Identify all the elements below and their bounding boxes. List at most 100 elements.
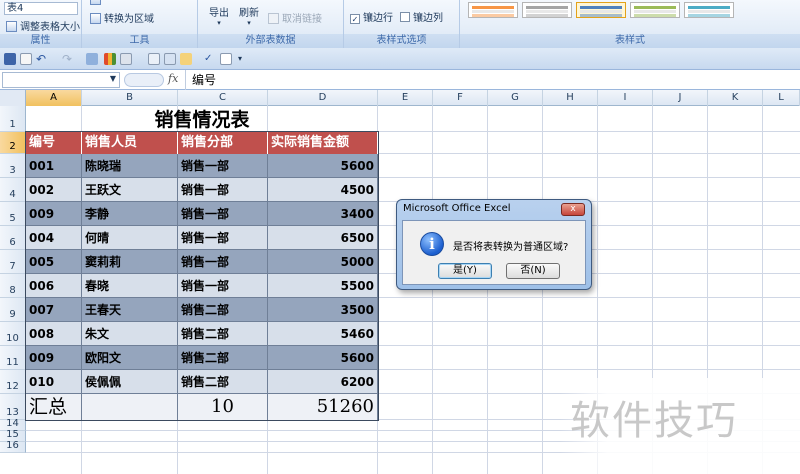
new-file-icon[interactable] — [20, 53, 32, 65]
row-header[interactable]: 10 — [0, 322, 26, 346]
table-style-swatch[interactable] — [630, 2, 680, 18]
table-cell[interactable]: 001 — [26, 154, 82, 178]
redo-icon[interactable]: ↷ — [62, 53, 74, 65]
table-cell[interactable]: 010 — [26, 370, 82, 394]
table-cell[interactable]: 陈晓瑞 — [82, 154, 178, 178]
export-button[interactable]: 导出 ▾ — [206, 4, 232, 27]
table-cell[interactable]: 6500 — [268, 226, 378, 250]
table-cell[interactable]: 5600 — [268, 154, 378, 178]
insert-function-icon[interactable]: fx — [168, 72, 178, 85]
unlink-button[interactable]: 取消链接 — [268, 10, 322, 25]
table-cell[interactable]: 销售二部 — [178, 370, 268, 394]
table-style-swatch[interactable] — [684, 2, 734, 18]
spelling-icon[interactable]: ✓ — [204, 53, 216, 65]
print-preview-icon[interactable] — [86, 53, 98, 65]
table-style-swatch[interactable] — [468, 2, 518, 18]
column-header[interactable]: K — [708, 90, 763, 106]
table-cell[interactable]: 002 — [26, 178, 82, 202]
save-icon[interactable] — [4, 53, 16, 65]
table-cell[interactable]: 009 — [26, 202, 82, 226]
row-header[interactable]: 3 — [0, 154, 26, 178]
table-header-cell[interactable]: 销售分部 — [178, 132, 268, 154]
table-header-cell[interactable]: 销售人员 — [82, 132, 178, 154]
table-cell[interactable]: 王跃文 — [82, 178, 178, 202]
table-title[interactable]: 销售情况表 — [26, 106, 378, 132]
undo-icon[interactable]: ↶ — [36, 53, 48, 65]
table-cell[interactable]: 005 — [26, 250, 82, 274]
column-header[interactable]: J — [653, 90, 708, 106]
row-header[interactable]: 2 — [0, 132, 26, 154]
table-cell[interactable]: 008 — [26, 322, 82, 346]
total-sum-cell[interactable]: 51260 — [268, 394, 378, 420]
column-header[interactable]: A — [26, 90, 82, 106]
select-all-corner[interactable] — [0, 90, 26, 106]
table-cell[interactable]: 007 — [26, 298, 82, 322]
column-header[interactable]: E — [378, 90, 433, 106]
row-header[interactable]: 9 — [0, 298, 26, 322]
chart-icon[interactable] — [104, 53, 116, 65]
table-cell[interactable]: 009 — [26, 346, 82, 370]
banded-columns-checkbox[interactable]: 镶边列 — [400, 9, 443, 24]
table-cell[interactable]: 销售一部 — [178, 274, 268, 298]
table-header-cell[interactable]: 编号 — [26, 132, 82, 154]
column-header[interactable]: B — [82, 90, 178, 106]
table-header-cell[interactable]: 实际销售金额 — [268, 132, 378, 154]
formula-controls[interactable] — [124, 73, 164, 87]
table-cell[interactable]: 5460 — [268, 322, 378, 346]
refresh-button[interactable]: 刷新 ▾ — [236, 4, 262, 27]
column-header[interactable]: F — [433, 90, 488, 106]
table-cell[interactable]: 销售二部 — [178, 322, 268, 346]
table-cell[interactable]: 3500 — [268, 298, 378, 322]
column-header[interactable]: G — [488, 90, 543, 106]
table-cell[interactable]: 004 — [26, 226, 82, 250]
table-cell[interactable]: 销售二部 — [178, 346, 268, 370]
table-style-swatch[interactable] — [576, 2, 626, 18]
table-cell[interactable]: 006 — [26, 274, 82, 298]
row-header[interactable]: 4 — [0, 178, 26, 202]
row-header[interactable]: 12 — [0, 370, 26, 394]
table-cell[interactable]: 5500 — [268, 274, 378, 298]
format-painter-icon[interactable] — [180, 53, 192, 65]
banded-rows-checkbox[interactable]: ✓ 镶边行 — [350, 9, 393, 24]
resize-table-button[interactable]: 调整表格大小 — [6, 18, 80, 33]
column-header[interactable]: L — [763, 90, 800, 106]
customize-toolbar-icon[interactable]: ▾ — [238, 53, 250, 65]
yes-button[interactable]: 是(Y) — [438, 263, 492, 279]
table-cell[interactable]: 4500 — [268, 178, 378, 202]
table-cell[interactable]: 窦莉莉 — [82, 250, 178, 274]
row-header[interactable]: 6 — [0, 226, 26, 250]
table-cell[interactable]: 李静 — [82, 202, 178, 226]
table-cell[interactable]: 5600 — [268, 346, 378, 370]
table-cell[interactable]: 销售一部 — [178, 202, 268, 226]
row-header[interactable]: 1 — [0, 106, 26, 132]
name-box-dropdown-icon[interactable]: ▼ — [110, 74, 116, 83]
row-header[interactable]: 16 — [0, 440, 26, 453]
column-header[interactable]: I — [598, 90, 653, 106]
table-cell[interactable]: 6200 — [268, 370, 378, 394]
table-cell[interactable]: 3400 — [268, 202, 378, 226]
total-empty-cell[interactable] — [82, 394, 178, 420]
total-count-cell[interactable]: 10 — [178, 394, 268, 420]
table-cell[interactable]: 销售一部 — [178, 154, 268, 178]
column-header[interactable]: H — [543, 90, 598, 106]
table-cell[interactable]: 5000 — [268, 250, 378, 274]
table-cell[interactable]: 春晓 — [82, 274, 178, 298]
total-label-cell[interactable]: 汇总 — [26, 394, 82, 420]
row-header[interactable]: 8 — [0, 274, 26, 298]
column-header[interactable]: D — [268, 90, 378, 106]
no-button[interactable]: 否(N) — [506, 263, 560, 279]
find-icon[interactable] — [220, 53, 232, 65]
grid-icon[interactable] — [164, 53, 176, 65]
row-header[interactable]: 5 — [0, 202, 26, 226]
table-cell[interactable]: 销售一部 — [178, 250, 268, 274]
name-box[interactable]: ▼ — [2, 72, 120, 88]
table-cell[interactable]: 销售二部 — [178, 298, 268, 322]
convert-to-range-button[interactable]: 转换为区域 — [90, 10, 154, 25]
table-cell[interactable]: 朱文 — [82, 322, 178, 346]
table-cell[interactable]: 王春天 — [82, 298, 178, 322]
table-cell[interactable]: 欧阳文 — [82, 346, 178, 370]
close-icon[interactable]: x — [561, 203, 585, 216]
row-header[interactable]: 13 — [0, 394, 26, 420]
remove-duplicates-button[interactable] — [90, 0, 104, 6]
column-header[interactable]: C — [178, 90, 268, 106]
